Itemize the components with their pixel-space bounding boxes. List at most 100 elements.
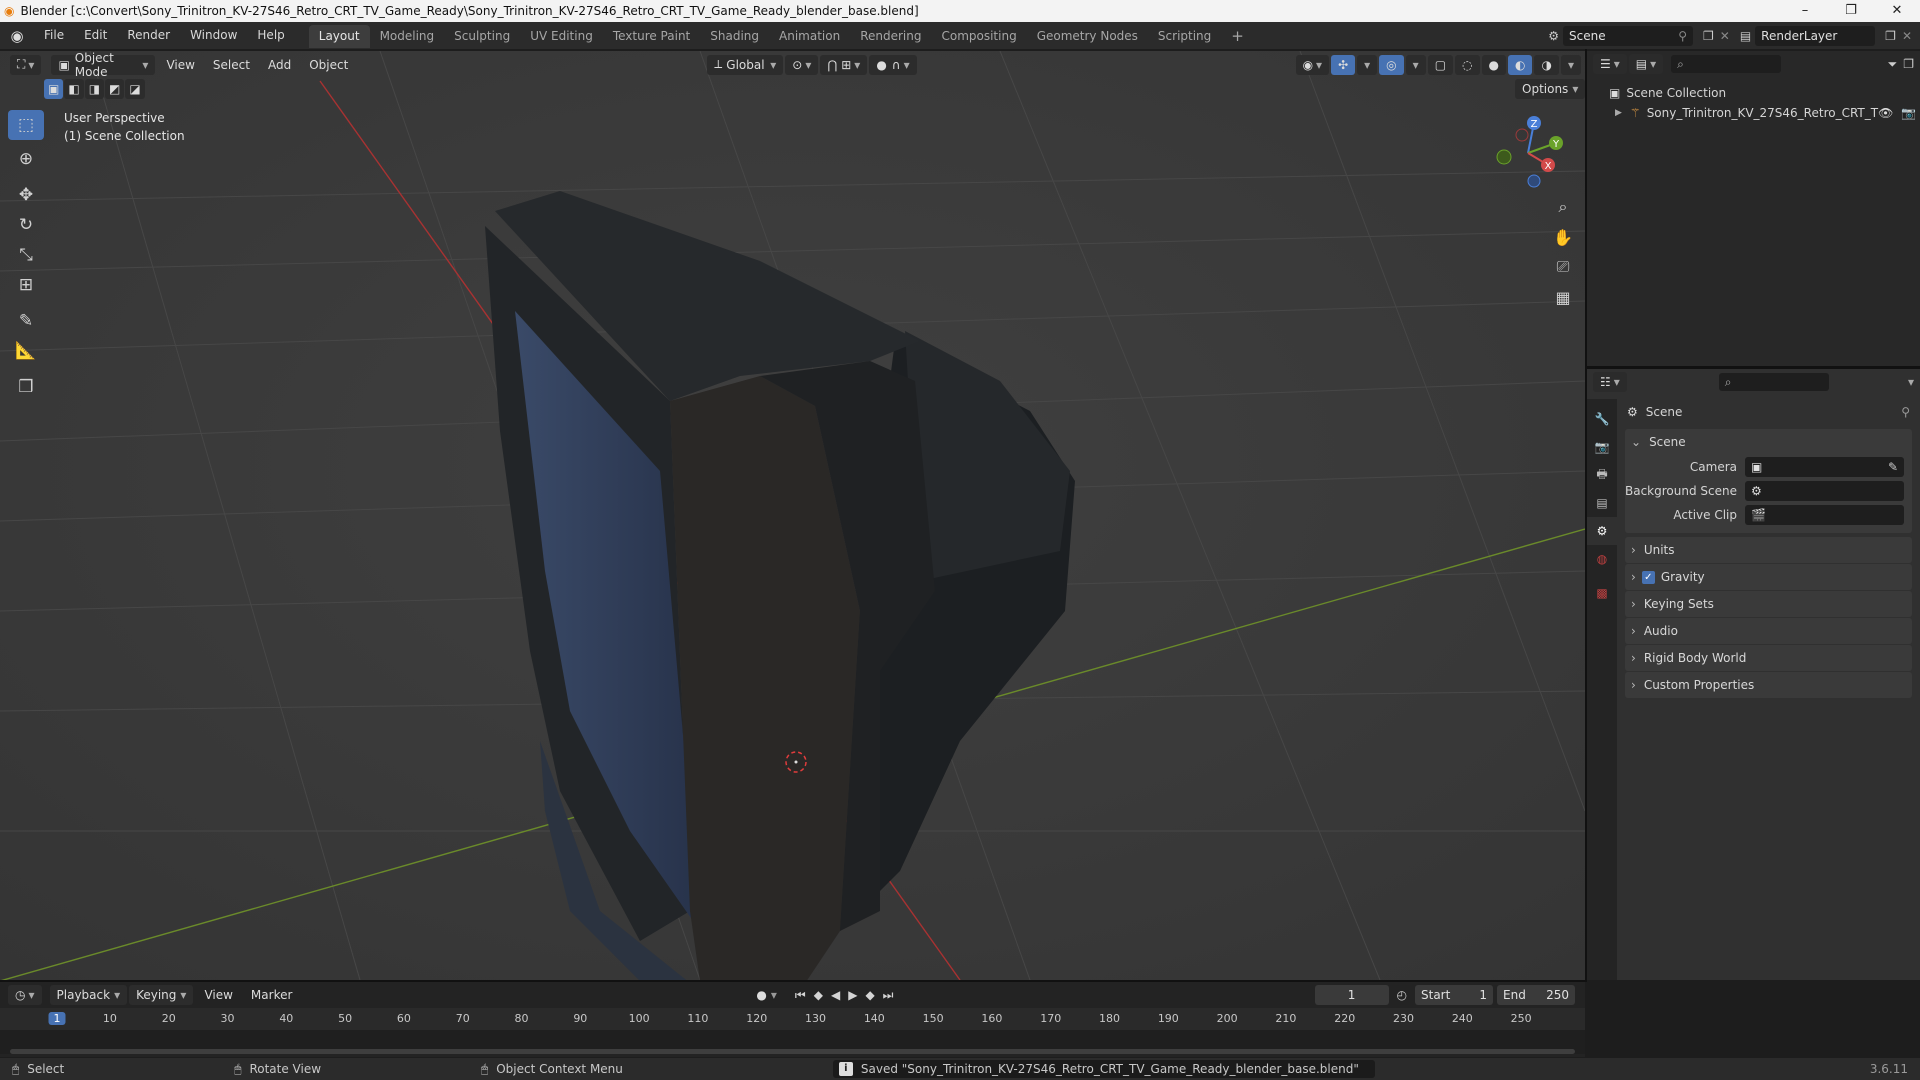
timeline-scrollbar[interactable] [10,1049,1575,1054]
pin-icon[interactable]: ⚲ [1901,405,1910,419]
move-tool[interactable]: ✥ [8,180,44,210]
new-scene-icon[interactable]: ❐ [1703,29,1714,43]
tab-view-layer[interactable]: ▤ [1587,489,1617,517]
3d-viewport[interactable]: User Perspective (1) Scene Collection Z … [0,51,1585,980]
view-layer-selector[interactable]: RenderLayer [1755,25,1876,46]
visibility-selector[interactable]: ◉ ▾ [1295,54,1330,75]
eyedropper-icon[interactable]: ✎ [1888,460,1898,474]
scene-panel-header[interactable]: ⌄ Scene [1625,429,1912,455]
play-reverse-icon[interactable]: ◀ [831,988,840,1002]
section-custom-properties[interactable]: › Custom Properties [1625,672,1912,698]
blender-menu-icon[interactable]: ◉ [0,27,34,45]
tab-texture[interactable]: ▩ [1587,579,1617,607]
proportional-edit-toggle[interactable]: ● ∩ ▾ [869,54,917,75]
jump-start-icon[interactable]: ⏮ [795,988,806,1003]
current-frame-field[interactable]: 1 [1314,985,1389,1005]
new-collection-icon[interactable]: ❐ [1903,57,1914,71]
maximize-button[interactable]: ❐ [1828,0,1874,22]
shading-wireframe-button[interactable]: ◌ [1455,54,1480,75]
mode-selector[interactable]: ▣ Object Mode ▾ [51,51,156,79]
outliner-row-object[interactable]: ▶ ⚚ Sony_Trinitron_KV_27S46_Retro_CRT_T … [1587,103,1920,123]
measure-tool[interactable]: 📐 [8,336,44,366]
tab-rendering[interactable]: Rendering [850,25,931,48]
tab-sculpting[interactable]: Sculpting [444,25,520,48]
rotate-tool[interactable]: ↻ [8,210,44,240]
menu-add[interactable]: Add [259,58,300,72]
cursor-tool[interactable]: ⊕ [8,144,44,174]
select-intersect-button[interactable]: ◪ [125,79,145,99]
keying-menu[interactable]: Keying ▾ [129,985,194,1005]
tab-world[interactable]: ◍ [1587,545,1617,573]
section-audio[interactable]: › Audio [1625,618,1912,644]
timeline-editor-type[interactable]: ◷ ▾ [8,985,42,1005]
menu-render[interactable]: Render [117,22,180,49]
menu-object[interactable]: Object [300,58,357,72]
transform-tool[interactable]: ⊞ [8,270,44,300]
menu-view[interactable]: View [157,58,203,72]
tab-shading[interactable]: Shading [700,25,769,48]
perspective-grid-icon[interactable]: ▦ [1549,283,1577,311]
xray-toggle[interactable]: ▢ [1427,54,1454,75]
camera-field[interactable]: ▣ ✎ [1745,457,1904,477]
close-button[interactable]: ✕ [1874,0,1920,22]
camera-view-icon[interactable]: ⎚ [1549,253,1577,281]
jump-end-icon[interactable]: ⏭ [883,988,894,1003]
gizmo-toggle[interactable]: ✣ [1331,54,1356,75]
tab-texture-paint[interactable]: Texture Paint [603,25,700,48]
start-frame-field[interactable]: Start 1 [1415,985,1493,1005]
transform-orientation-selector[interactable]: ⟂ Global ▾ [707,54,784,75]
tab-scene[interactable]: ⚙ [1587,517,1617,545]
preview-range-icon[interactable]: ◴ [1397,988,1407,1002]
select-box-tool[interactable]: ⬚ [8,110,44,140]
navigation-gizmo[interactable]: Z Y X [1488,113,1568,193]
record-icon[interactable]: ● [756,988,766,1002]
section-keying-sets[interactable]: › Keying Sets [1625,591,1912,617]
chevron-down-icon[interactable]: ▾ [1908,375,1914,389]
select-extend-button[interactable]: ◧ [64,79,84,99]
delete-view-layer-icon[interactable]: ✕ [1902,29,1912,43]
menu-file[interactable]: File [34,22,74,49]
select-invert-button[interactable]: ◩ [105,79,125,99]
tab-render[interactable]: 📷 [1587,433,1617,461]
outliner-search-input[interactable]: ⌕ [1671,55,1782,73]
view-layer-icon[interactable]: ▤ [1740,29,1751,43]
end-frame-field[interactable]: End 250 [1497,985,1575,1005]
options-button[interactable]: Options ▾ [1515,79,1585,99]
select-subtract-button[interactable]: ◨ [84,79,105,99]
visibility-eye-icon[interactable]: 👁 [1878,106,1893,120]
tab-geometry-nodes[interactable]: Geometry Nodes [1027,25,1148,48]
scale-tool[interactable]: ⤡ [8,240,44,270]
tab-tool[interactable]: 🔧 [1587,405,1617,433]
prev-keyframe-icon[interactable]: ◆ [814,988,823,1002]
editor-type-button[interactable]: ⛶ ▾ [10,54,42,75]
new-view-layer-icon[interactable]: ❐ [1885,29,1896,43]
playhead[interactable]: 1 [48,1012,66,1025]
snap-toggle[interactable]: ⋂ ⊞ ▾ [820,54,868,75]
tab-modeling[interactable]: Modeling [370,25,445,48]
menu-help[interactable]: Help [247,22,294,49]
menu-edit[interactable]: Edit [74,22,117,49]
expand-arrow-icon[interactable]: ▶ [1615,108,1622,118]
frame-ruler[interactable]: 1 10 20 30 40 50 60 70 80 90 100 110 120 130 140 150 160… [0,1008,1585,1054]
timeline-view-menu[interactable]: View [195,988,241,1002]
properties-editor-type[interactable]: ☷ ▾ [1593,372,1627,392]
scene-selector[interactable]: Scene ⚲ [1563,25,1693,46]
section-rigid-body-world[interactable]: › Rigid Body World [1625,645,1912,671]
tab-animation[interactable]: Animation [769,25,850,48]
filter-icon[interactable]: ⏷ [1888,57,1898,72]
overlay-toggle[interactable]: ◎ [1379,54,1404,75]
play-icon[interactable]: ▶ [848,988,857,1002]
display-mode-selector[interactable]: ▤ ▾ [1628,54,1664,74]
add-cube-tool[interactable]: ❒ [8,372,44,402]
scene-browse-icon[interactable]: ⚙ [1548,29,1559,43]
next-keyframe-icon[interactable]: ◆ [865,988,874,1002]
section-units[interactable]: › Units [1625,537,1912,563]
shading-rendered-button[interactable]: ◑ [1534,54,1559,75]
active-clip-field[interactable]: 🎬 [1745,505,1904,525]
minimize-button[interactable]: – [1782,0,1828,22]
shading-dropdown[interactable]: ▾ [1560,54,1581,75]
pin-icon[interactable]: ⚲ [1678,29,1687,43]
add-workspace-button[interactable]: + [1221,25,1254,48]
menu-select[interactable]: Select [204,58,259,72]
playback-menu[interactable]: Playback ▾ [49,985,128,1005]
